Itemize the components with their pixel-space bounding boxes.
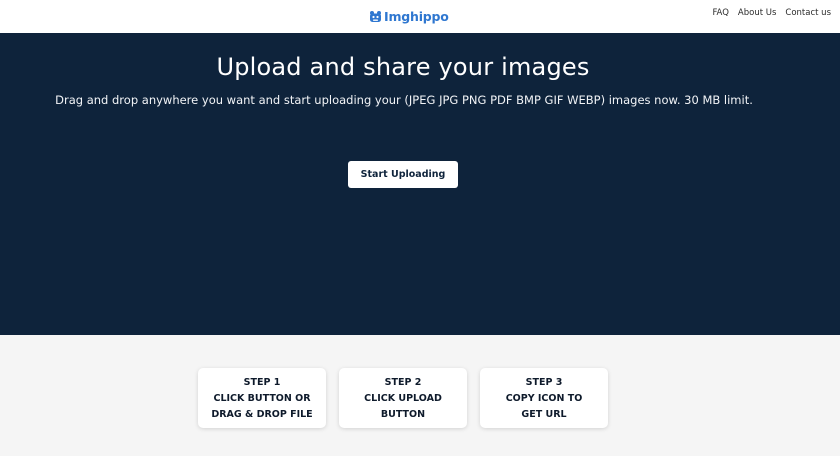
- step-text-line: DRAG & DROP FILE: [211, 409, 313, 420]
- hero-subtitle: Drag and drop anywhere you want and star…: [55, 93, 753, 107]
- step-text-line: GET URL: [521, 409, 567, 420]
- step-card-2: STEP 2 CLICK UPLOAD BUTTON: [339, 368, 467, 428]
- step-text-line: CLICK BUTTON OR: [213, 393, 311, 404]
- start-uploading-button[interactable]: Start Uploading: [348, 161, 458, 188]
- step-text-line: BUTTON: [380, 409, 426, 420]
- step-card-3: STEP 3 COPY ICON TO GET URL: [480, 368, 608, 428]
- hero-title: Upload and share your images: [216, 53, 590, 81]
- step-label: STEP 2: [384, 377, 422, 388]
- step-card-1: STEP 1 CLICK BUTTON OR DRAG & DROP FILE: [198, 368, 326, 428]
- header-nav: FAQ About Us Contact us: [712, 0, 831, 26]
- step-label: STEP 3: [525, 377, 563, 388]
- step-label: STEP 1: [243, 377, 281, 388]
- nav-link-faq[interactable]: FAQ: [712, 8, 728, 18]
- step-text-line: CLICK UPLOAD: [364, 393, 442, 404]
- hero-section: Upload and share your images Drag and dr…: [0, 33, 840, 335]
- top-navbar: Imghippo FAQ About Us Contact us: [0, 0, 840, 33]
- step-text-line: COPY ICON TO: [505, 393, 583, 404]
- logo-text: Imghippo: [384, 8, 449, 24]
- hippo-logo-icon: [370, 10, 381, 22]
- site-logo[interactable]: Imghippo: [369, 7, 449, 25]
- nav-link-about-us[interactable]: About Us: [738, 8, 776, 18]
- nav-link-contact-us[interactable]: Contact us: [785, 8, 831, 18]
